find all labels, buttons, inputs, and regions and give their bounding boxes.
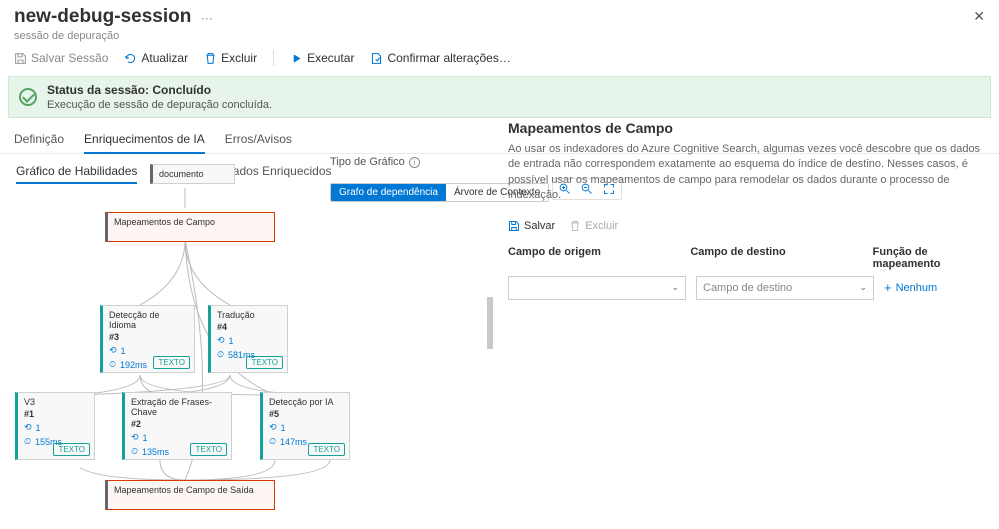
refresh-icon [124, 52, 137, 65]
chevron-down-icon: ⌄ [671, 282, 679, 293]
node-ai-detection[interactable]: Detecção por IA #5 ⟲ 1 ⏲ 147ms TEXTO [260, 392, 350, 460]
node-key-phrases[interactable]: Extração de Frases-Chave #2 ⟲ 1 ⏲ 135ms … [122, 392, 232, 460]
source-field-select[interactable]: ⌄ [508, 276, 686, 300]
node-v3[interactable]: V3 #1 ⟲ 1 ⏲ 155ms TEXTO [15, 392, 95, 460]
panel-delete-button: Excluir [569, 220, 618, 232]
panel-save-button[interactable]: Salvar [508, 220, 555, 232]
node-document[interactable]: documento [150, 164, 235, 184]
save-icon [508, 220, 520, 232]
add-mapping-button[interactable]: +Nenhum [884, 280, 937, 295]
node-translation[interactable]: Tradução #4 ⟲ 1 ⏲ 581ms TEXTO [208, 305, 288, 373]
check-circle-icon [19, 88, 37, 106]
plus-icon: + [884, 280, 892, 295]
confirm-icon [370, 52, 383, 65]
status-banner: Status da sessão: Concluído Execução de … [8, 76, 991, 118]
close-icon[interactable]: ✕ [973, 8, 985, 25]
save-session-button[interactable]: Salvar Sessão [14, 51, 108, 65]
node-output-mappings[interactable]: Mapeamentos de Campo de Saída [105, 480, 275, 510]
tab-definition[interactable]: Definição [14, 128, 64, 153]
refresh-button[interactable]: Atualizar [124, 51, 188, 65]
node-language-detection[interactable]: Detecção de Idioma #3 ⟲ 1 ⏲ 192ms TEXTO [100, 305, 195, 373]
chevron-down-icon: ⌄ [859, 282, 867, 293]
target-field-select[interactable]: Campo de destino⌄ [696, 276, 874, 300]
panel-desc: Ao usar os indexadores do Azure Cognitiv… [508, 142, 989, 204]
banner-msg: Execução de sessão de depuração concluíd… [47, 99, 272, 111]
more-icon[interactable]: ··· [201, 11, 213, 25]
banner-title: Status da sessão: Concluído [47, 83, 211, 97]
page-title: new-debug-session [14, 6, 191, 28]
save-icon [14, 52, 27, 65]
trash-icon [569, 220, 581, 232]
node-field-mappings[interactable]: Mapeamentos de Campo [105, 212, 275, 242]
play-icon [290, 52, 303, 65]
tab-enrichments[interactable]: Enriquecimentos de IA [84, 128, 205, 154]
panel-title: Mapeamentos de Campo [508, 120, 989, 136]
scrollbar[interactable] [487, 297, 493, 349]
col-target: Campo de destino [690, 246, 856, 270]
page-subtitle: sessão de depuração [0, 30, 999, 42]
col-source: Campo de origem [508, 246, 674, 270]
run-button[interactable]: Executar [290, 51, 354, 65]
col-function: Função de mapeamento [873, 246, 989, 270]
info-icon[interactable]: i [409, 157, 420, 168]
tab-errors[interactable]: Erros/Avisos [225, 128, 292, 153]
trash-icon [204, 52, 217, 65]
confirm-button[interactable]: Confirmar alterações… [370, 51, 510, 65]
delete-button[interactable]: Excluir [204, 51, 257, 65]
